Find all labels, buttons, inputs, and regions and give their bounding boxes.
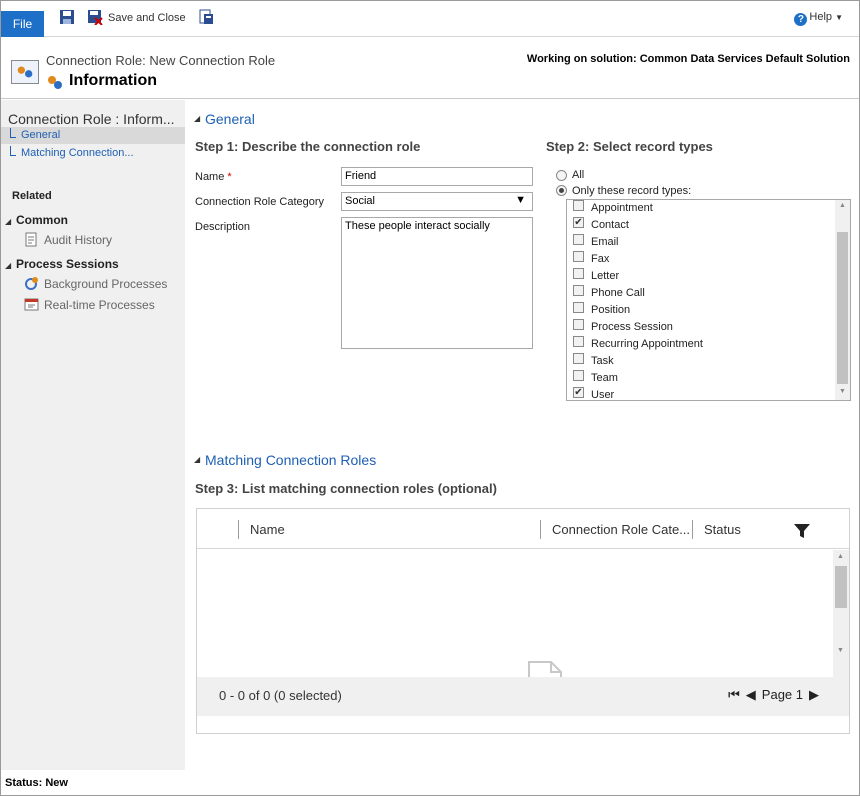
radio-only-these-label: Only these record types:	[572, 185, 692, 197]
assign-icon[interactable]	[198, 9, 214, 25]
grid-header: Name Connection Role Cate... Status	[197, 509, 849, 549]
category-value: Social	[345, 195, 375, 207]
scroll-up-icon[interactable]: ▲	[837, 553, 844, 560]
description-textarea[interactable]: These people interact socially	[341, 217, 533, 349]
name-input[interactable]: Friend	[341, 167, 533, 186]
scrollbar-thumb[interactable]	[835, 566, 847, 608]
scroll-down-icon[interactable]: ▼	[837, 647, 844, 654]
column-header-status[interactable]: Status	[704, 522, 741, 537]
save-icon[interactable]	[59, 9, 75, 25]
scrollbar-thumb[interactable]	[837, 232, 848, 384]
record-type-subtitle: Connection Role: New Connection Role	[46, 53, 276, 68]
column-header-name[interactable]: Name	[250, 522, 285, 537]
checkbox-checked[interactable]: ✔	[573, 217, 584, 228]
audit-history-icon	[25, 232, 37, 247]
step3-heading: Step 3: List matching connection roles (…	[195, 481, 497, 496]
chevron-down-icon: ▼	[835, 13, 843, 22]
checkbox[interactable]	[573, 251, 584, 262]
first-page-icon[interactable]: ⏮	[728, 687, 740, 702]
step2-heading: Step 2: Select record types	[546, 139, 713, 154]
collapse-caret-icon[interactable]: ◢	[5, 261, 11, 270]
form-title: Information	[69, 72, 157, 89]
checkbox[interactable]	[573, 336, 584, 347]
dropdown-arrow-icon[interactable]: ▼	[515, 194, 526, 206]
tree-line	[10, 146, 16, 156]
next-page-icon[interactable]: ▶	[809, 687, 819, 702]
tree-line	[10, 128, 16, 138]
nav-item-audit-history[interactable]: Audit History	[44, 233, 112, 247]
record-types-list[interactable]: Appointment ✔ Contact Email Fax Letter Ph…	[566, 199, 851, 401]
page-label: Page 1	[761, 687, 803, 702]
nav-link-general[interactable]: General	[21, 129, 60, 141]
background-processes-icon	[25, 277, 38, 290]
scroll-up-icon[interactable]: ▲	[839, 202, 846, 209]
previous-page-icon[interactable]: ◀	[746, 687, 756, 702]
connection-role-icon	[48, 76, 62, 89]
entity-icon	[11, 60, 39, 84]
column-separator[interactable]	[238, 520, 239, 539]
section-title-general[interactable]: General	[205, 111, 255, 127]
checkbox[interactable]	[573, 234, 584, 245]
column-separator[interactable]	[540, 520, 541, 539]
step1-heading: Step 1: Describe the connection role	[195, 139, 421, 154]
name-label-text: Name	[195, 171, 225, 183]
file-button[interactable]: File	[1, 11, 44, 37]
collapse-caret-icon[interactable]: ◢	[5, 217, 11, 226]
nav-item-background-processes[interactable]: Background Processes	[44, 277, 167, 291]
record-list-scrollbar[interactable]: ▲ ▼	[835, 200, 850, 400]
section-title-matching[interactable]: Matching Connection Roles	[205, 452, 376, 468]
matching-roles-grid: Name Connection Role Cate... Status ◀ ▶ …	[196, 508, 850, 734]
status-bar: Status: New	[5, 777, 68, 789]
column-separator[interactable]	[692, 520, 693, 539]
save-close-icon[interactable]	[87, 9, 103, 25]
realtime-processes-icon	[24, 298, 39, 311]
form-header: Connection Role: New Connection Role Inf…	[1, 38, 859, 99]
help-icon: ?	[794, 13, 808, 26]
save-and-close-button[interactable]: Save and Close	[108, 12, 186, 24]
nav-title: Connection Role : Inform...	[8, 111, 175, 127]
ribbon: File Save and Close ? Help ▼	[1, 1, 859, 37]
record-count: 0 - 0 of 0 (0 selected)	[219, 688, 342, 703]
category-select[interactable]: Social ▼	[341, 192, 533, 211]
grid-footer: 0 - 0 of 0 (0 selected) ⏮ ◀ Page 1 ▶	[197, 677, 849, 715]
left-navigation: Connection Role : Inform... General Matc…	[1, 100, 185, 770]
category-label: Connection Role Category	[195, 196, 325, 208]
collapse-caret-icon[interactable]: ◢	[194, 114, 200, 123]
required-indicator: *	[227, 171, 232, 183]
radio-all[interactable]	[556, 170, 567, 181]
checkbox[interactable]	[573, 353, 584, 364]
checkbox[interactable]	[573, 285, 584, 296]
radio-only-these[interactable]	[556, 185, 567, 196]
nav-group-process-sessions[interactable]: Process Sessions	[16, 257, 119, 271]
related-heading: Related	[12, 190, 52, 202]
scroll-down-icon[interactable]: ▼	[839, 388, 846, 395]
checkbox[interactable]	[573, 200, 584, 211]
nav-item-realtime-processes[interactable]: Real-time Processes	[44, 298, 155, 312]
description-label: Description	[195, 221, 251, 233]
checkbox[interactable]	[573, 302, 584, 313]
pager: ⏮ ◀ Page 1 ▶	[722, 687, 819, 703]
grid-body: ◀ ▶ ▲ ▼	[197, 550, 849, 716]
collapse-caret-icon[interactable]: ◢	[194, 455, 200, 464]
radio-all-label: All	[572, 169, 585, 181]
help-button[interactable]: ? Help ▼	[794, 11, 843, 26]
help-label: Help	[809, 11, 833, 23]
checkbox[interactable]	[573, 319, 584, 330]
checkbox[interactable]	[573, 268, 584, 279]
checkbox[interactable]	[573, 370, 584, 381]
column-header-category[interactable]: Connection Role Cate...	[552, 522, 690, 537]
name-label: Name *	[195, 171, 232, 183]
nav-group-common[interactable]: Common	[16, 213, 68, 227]
filter-icon[interactable]	[794, 524, 810, 538]
checkbox-checked[interactable]: ✔	[573, 387, 584, 398]
solution-indicator: Working on solution: Common Data Service…	[526, 53, 850, 65]
nav-link-matching-connection[interactable]: Matching Connection...	[21, 147, 134, 159]
